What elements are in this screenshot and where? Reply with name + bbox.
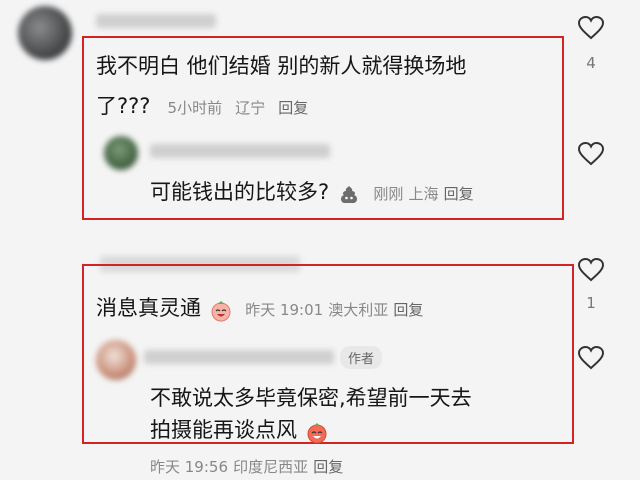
comment-text: 消息真灵通 (96, 296, 201, 320)
reply-link[interactable]: 回复 (444, 185, 474, 203)
reply-text-cont: 拍摄能再谈点风 (150, 418, 297, 442)
comment-row: 了??? 5小时前 辽宁 回复 (96, 90, 308, 120)
poop-emoji-icon (341, 185, 358, 203)
laugh-emoji-icon (211, 300, 231, 321)
like-count: 4 (586, 54, 596, 72)
reply-row: 可能钱出的比较多? 刚刚 上海 回复 (150, 176, 474, 206)
comment-location: 辽宁 (235, 99, 266, 117)
reply-text-row: 拍摄能再谈点风 (150, 414, 328, 444)
avatar[interactable] (96, 340, 136, 380)
comment-location: 澳大利亚 (328, 301, 389, 319)
author-badge: 作者 (340, 346, 383, 369)
reply-link[interactable]: 回复 (393, 301, 423, 319)
reply-location: 上海 (408, 185, 439, 203)
comment-text: 我不明白 他们结婚 别的新人就得换场地 (96, 54, 467, 78)
comment-time: 5小时前 (167, 99, 223, 117)
username-blurred (150, 144, 330, 158)
reply-time: 昨天 19:56 (150, 458, 228, 476)
reply-time: 刚刚 (373, 185, 404, 203)
reply-text: 不敢说太多毕竟保密,希望前一天去 (150, 386, 472, 410)
like-heart-icon[interactable] (578, 346, 604, 370)
like-heart-icon[interactable] (578, 258, 604, 282)
avatar[interactable] (104, 136, 138, 170)
username-blurred (144, 350, 334, 364)
reply-location: 印度尼西亚 (233, 458, 309, 476)
avatar[interactable] (18, 6, 72, 60)
reply-text: 可能钱出的比较多? (150, 180, 330, 204)
comment-time: 昨天 19:01 (245, 301, 324, 319)
reply-meta: 昨天 19:56 印度尼西亚 回复 (150, 456, 343, 477)
username-blurred (96, 14, 216, 28)
comment-text-cont: 了??? (96, 94, 151, 118)
comment-row: 消息真灵通 昨天 19:01 澳大利亚 回复 (96, 292, 423, 322)
reply-link[interactable]: 回复 (313, 458, 343, 476)
like-heart-icon[interactable] (578, 142, 604, 166)
laugh-emoji-icon (307, 422, 327, 443)
reply-link[interactable]: 回复 (278, 99, 308, 117)
like-count: 1 (586, 294, 596, 312)
like-heart-icon[interactable] (578, 16, 604, 40)
